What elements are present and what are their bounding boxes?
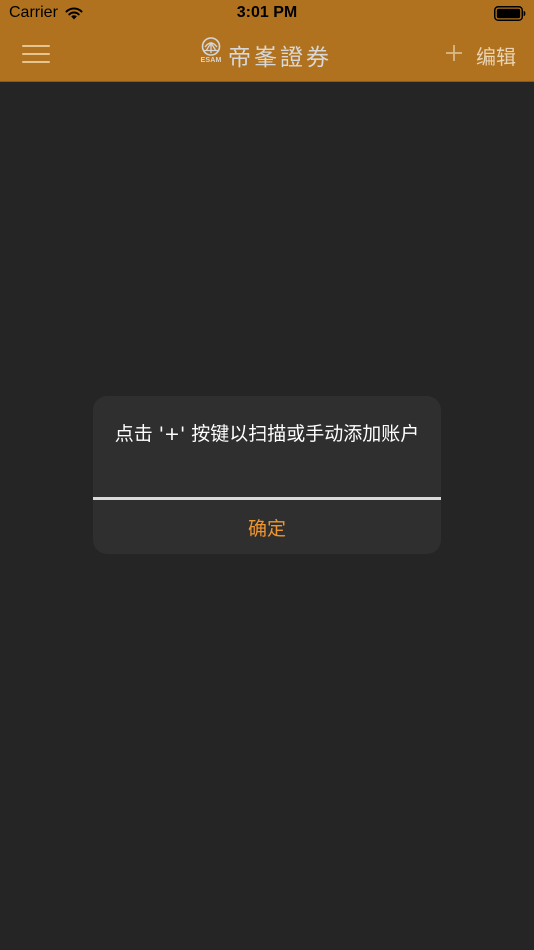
confirm-button-label: 确定 <box>247 517 286 540</box>
status-bar: Carrier 3:01 PM <box>0 0 534 28</box>
edit-button[interactable]: 编辑 <box>476 41 516 70</box>
logo-name: 帝峯證券 <box>228 45 332 71</box>
alert-message: 点击 '+' 按键以扫描或手动添加账户 <box>114 423 420 445</box>
logo-emblem-icon <box>201 37 221 56</box>
brand-logo: ESAM 帝峯證券 <box>198 36 340 71</box>
hamburger-menu-icon[interactable] <box>22 44 50 64</box>
status-time: 3:01 PM <box>236 4 298 21</box>
logo-emblem-text: ESAM <box>200 57 222 64</box>
alert-dialog: 点击 '+' 按键以扫描或手动添加账户 确定 <box>93 396 441 554</box>
battery-full-icon <box>494 6 526 21</box>
app-header: Carrier 3:01 PM ESAM 帝峯證券 编辑 <box>0 0 534 82</box>
nav-bar: ESAM 帝峯證券 编辑 <box>0 28 534 82</box>
plus-icon[interactable] <box>444 42 464 64</box>
confirm-button[interactable]: 确定 <box>93 500 441 554</box>
